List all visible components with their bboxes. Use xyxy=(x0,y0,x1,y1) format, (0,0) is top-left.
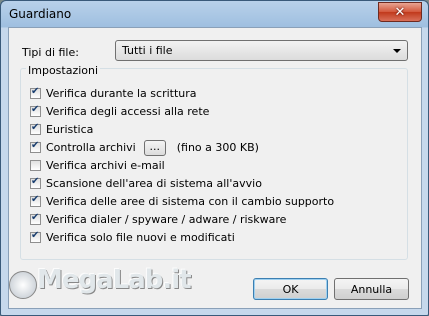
file-types-label: Tipi di file: xyxy=(22,45,79,59)
watermark-text: MegaLab.it xyxy=(37,265,192,295)
file-types-dropdown[interactable]: Tutti i file xyxy=(115,40,408,61)
option-boot-scan[interactable]: Scansione dell'area di sistema all'avvio xyxy=(30,175,262,192)
close-button[interactable]: ✕ xyxy=(378,2,422,22)
option-label: Euristica xyxy=(46,123,94,136)
option-email-archives[interactable]: Verifica archivi e-mail xyxy=(30,157,165,174)
option-network-check[interactable]: Verifica degli accessi alla rete xyxy=(30,103,209,120)
checkbox[interactable] xyxy=(30,104,41,117)
archive-settings-button[interactable]: ... xyxy=(143,139,166,156)
ok-button[interactable]: OK xyxy=(253,278,328,300)
checkbox[interactable] xyxy=(30,194,41,207)
option-heuristic[interactable]: Euristica xyxy=(30,121,93,138)
chevron-down-icon xyxy=(393,49,401,53)
option-label: Scansione dell'area di sistema all'avvio xyxy=(46,177,262,190)
file-types-value: Tutti i file xyxy=(122,44,173,57)
watermark: MegaLab.it xyxy=(9,255,192,305)
checkbox[interactable] xyxy=(30,140,41,153)
option-label: Verifica delle aree di sistema con il ca… xyxy=(46,195,335,208)
option-label: Controlla archivi xyxy=(46,141,136,154)
checkbox[interactable] xyxy=(30,122,41,135)
file-types-row: Tipi di file: xyxy=(22,42,115,62)
option-label: Verifica dialer / spyware / adware / ris… xyxy=(46,213,287,226)
checkbox[interactable] xyxy=(30,86,41,99)
title-bar[interactable]: Guardiano ✕ xyxy=(1,1,428,27)
checkbox[interactable] xyxy=(30,160,41,171)
checkbox[interactable] xyxy=(30,230,41,243)
settings-legend: Impostazioni xyxy=(26,64,101,77)
cancel-button[interactable]: Annulla xyxy=(334,278,409,300)
option-label: Verifica archivi e-mail xyxy=(46,159,165,172)
option-new-files-only[interactable]: Verifica solo file nuovi e modificati xyxy=(30,229,235,246)
option-label: Verifica degli accessi alla rete xyxy=(46,105,210,118)
checkbox[interactable] xyxy=(30,176,41,189)
option-label: Verifica durante la scrittura xyxy=(46,87,197,100)
dialog-window: Guardiano ✕ Tipi di file: Tutti i file I… xyxy=(0,0,429,316)
option-label: Verifica solo file nuovi e modificati xyxy=(46,231,235,244)
window-title: Guardiano xyxy=(9,7,72,21)
archive-size-limit: (fino a 300 KB) xyxy=(176,141,259,154)
option-write-check[interactable]: Verifica durante la scrittura xyxy=(30,85,197,102)
watermark-logo-icon xyxy=(9,271,37,299)
option-media-change-scan[interactable]: Verifica delle aree di sistema con il ca… xyxy=(30,193,334,210)
option-dialer-spyware[interactable]: Verifica dialer / spyware / adware / ris… xyxy=(30,211,286,228)
option-archives[interactable]: Controlla archivi ... (fino a 300 KB) xyxy=(30,139,259,156)
close-icon: ✕ xyxy=(394,4,406,20)
checkbox[interactable] xyxy=(30,212,41,225)
